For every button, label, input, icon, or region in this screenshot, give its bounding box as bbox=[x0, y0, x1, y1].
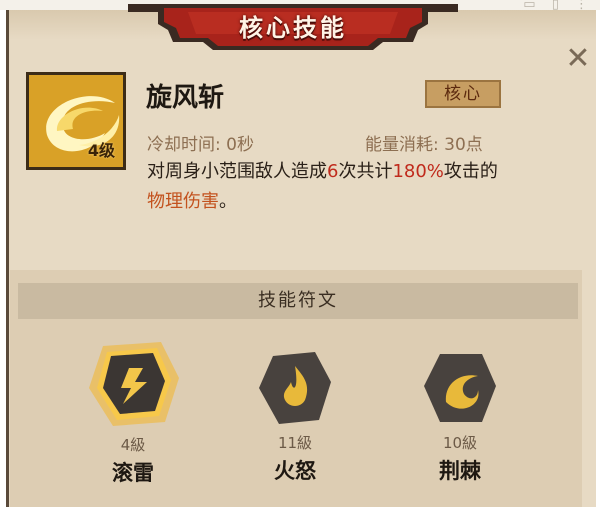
desc-part: 对周身小范围敌人造成 bbox=[147, 161, 327, 182]
rune-header: 技能符文 bbox=[18, 283, 578, 319]
skill-level: 4级 bbox=[87, 141, 115, 160]
title-banner: 核心技能 bbox=[128, 4, 458, 50]
desc-part: 。 bbox=[219, 191, 237, 212]
desc-part: 次共计 bbox=[338, 161, 393, 182]
rune-name: 荆棘 bbox=[439, 459, 481, 483]
desc-part: 攻击的 bbox=[443, 161, 498, 182]
core-badge: 核心 bbox=[425, 80, 501, 108]
page-title: 核心技能 bbox=[239, 14, 347, 42]
damage-type: 物理伤害 bbox=[147, 191, 219, 212]
hit-count: 6 bbox=[327, 161, 339, 182]
rune-fire[interactable]: 11級 火怒 bbox=[235, 348, 355, 485]
rune-thunder[interactable]: 4級 滚雷 bbox=[73, 338, 193, 487]
skill-name: 旋风斩 bbox=[146, 83, 225, 113]
cooldown-text: 冷却时间: 0秒 bbox=[147, 135, 254, 155]
fire-rune-icon bbox=[259, 352, 331, 424]
rune-name: 滚雷 bbox=[112, 461, 154, 485]
rune-name: 火怒 bbox=[274, 459, 316, 483]
rune-thorn[interactable]: 10級 荆棘 bbox=[400, 348, 520, 485]
rune-level: 10級 bbox=[442, 434, 478, 452]
thunder-rune-icon bbox=[89, 342, 179, 426]
close-icon[interactable]: ✕ bbox=[563, 44, 593, 74]
thorn-rune-icon bbox=[424, 354, 496, 422]
energy-cost-text: 能量消耗: 30点 bbox=[365, 135, 483, 155]
skill-icon: 4级 bbox=[26, 72, 126, 170]
damage-percent: 180% bbox=[392, 161, 444, 182]
rune-level: 11級 bbox=[277, 434, 313, 452]
rune-level: 4級 bbox=[120, 436, 146, 454]
skill-description: 对周身小范围敌人造成6次共计180%攻击的物理伤害。 bbox=[147, 157, 577, 217]
